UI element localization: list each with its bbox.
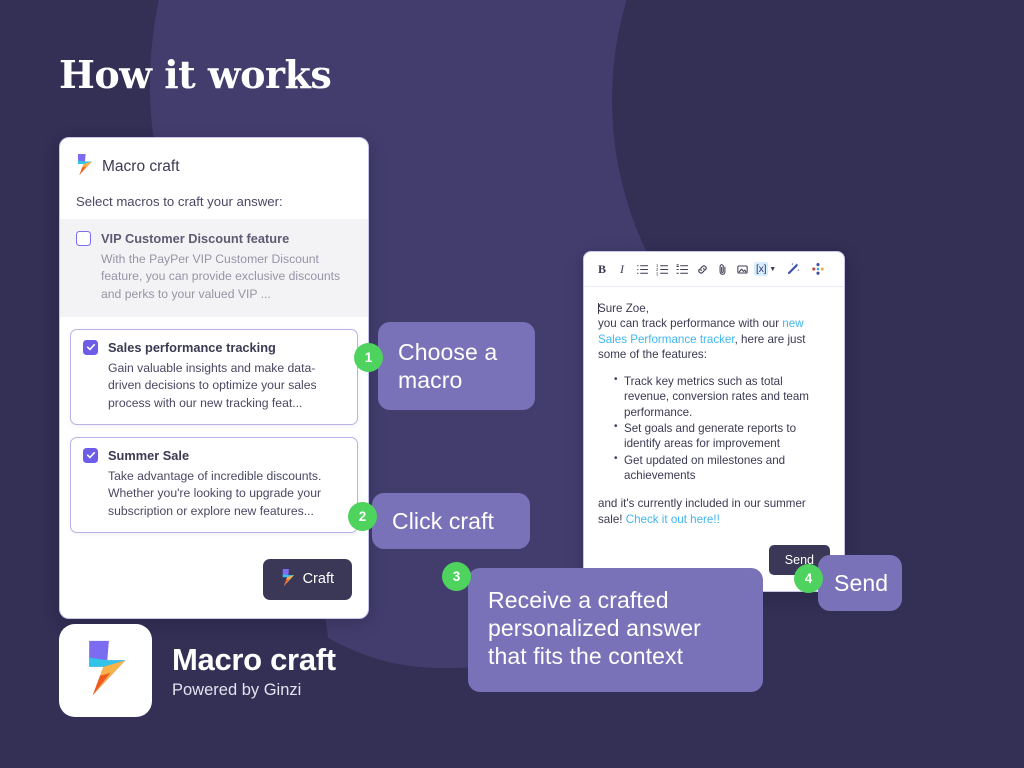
brand-name: Macro craft xyxy=(172,641,336,677)
craft-button[interactable]: Craft xyxy=(262,558,352,600)
macro-item-title: Summer Sale xyxy=(108,447,190,463)
svg-text:3: 3 xyxy=(656,271,659,276)
macro-panel-header: Macro craft xyxy=(60,138,368,180)
badge-step-2: 2 xyxy=(348,502,377,531)
list-item: Track key metrics such as total revenue,… xyxy=(614,373,830,420)
macro-item-description: Take advantage of incredible discounts. … xyxy=(108,468,322,518)
check-it-out-link[interactable]: Check it out here!! xyxy=(626,513,720,526)
editor-greeting: Sure Zoe, xyxy=(598,302,649,315)
bolt-icon xyxy=(84,640,128,701)
reply-editor-panel: B I 1 2 3 [x] ▼ Sure Zoe, you can track … xyxy=(583,251,845,592)
callout-step-2: Click craft xyxy=(372,493,530,550)
checkbox-summer-sale[interactable] xyxy=(83,447,98,463)
magic-wand-icon[interactable] xyxy=(783,259,803,279)
checkbox-sales-performance-tracking[interactable] xyxy=(83,339,98,355)
bolt-icon xyxy=(76,154,93,180)
badge-step-1: 1 xyxy=(354,343,383,372)
page-title: How it works xyxy=(59,52,332,97)
link-icon[interactable] xyxy=(692,259,712,279)
image-icon[interactable] xyxy=(732,259,752,279)
macro-panel-title: Macro craft xyxy=(102,158,180,175)
macro-item-vip-customer-discount[interactable]: VIP Customer Discount feature With the P… xyxy=(60,219,368,317)
editor-greeting-line: Sure Zoe, xyxy=(598,301,830,316)
brand-tagline: Powered by Ginzi xyxy=(172,680,302,699)
macro-panel-subtitle: Select macros to craft your answer: xyxy=(76,194,283,209)
badge-step-4: 4 xyxy=(794,564,823,593)
callout-step-4: Send xyxy=(818,555,902,612)
macro-dots-icon[interactable] xyxy=(808,259,828,279)
macro-item-sales-performance-tracking[interactable]: Sales performance tracking Gain valuable… xyxy=(70,328,358,425)
variable-icon[interactable]: [x] ▼ xyxy=(752,259,778,279)
callout-step-3: Receive a crafted personalized answer th… xyxy=(468,568,763,693)
editor-feature-list: Track key metrics such as total revenue,… xyxy=(598,373,830,484)
editor-intro-before: you can track performance with our xyxy=(598,317,783,331)
checkbox-vip-customer-discount[interactable] xyxy=(76,231,91,246)
bolt-icon xyxy=(281,568,295,590)
brand-logo-block: Macro craft Powered by Ginzi xyxy=(59,624,336,717)
macro-panel-footer: Craft xyxy=(60,545,368,618)
macro-item-description: Gain valuable insights and make data-dri… xyxy=(108,360,317,410)
editor-closing-paragraph: and it's currently included in our summe… xyxy=(598,496,830,527)
callout-step-1: Choose a macro xyxy=(378,322,535,411)
chevron-down-icon: ▼ xyxy=(769,265,777,273)
macro-item-title: VIP Customer Discount feature xyxy=(101,231,290,246)
attachment-icon[interactable] xyxy=(712,259,732,279)
italic-icon[interactable]: I xyxy=(612,259,632,279)
task-list-icon[interactable] xyxy=(672,259,692,279)
macro-item-description: With the PayPer VIP Customer Discount fe… xyxy=(101,252,341,301)
bullet-list-icon[interactable] xyxy=(632,259,652,279)
badge-step-3: 3 xyxy=(442,562,471,591)
editor-toolbar: B I 1 2 3 [x] ▼ xyxy=(584,252,844,287)
editor-intro-paragraph: you can track performance with our new S… xyxy=(598,316,830,362)
macro-item-title: Sales performance tracking xyxy=(108,339,276,355)
variable-label: [x] xyxy=(754,262,769,276)
editor-body[interactable]: Sure Zoe, you can track performance with… xyxy=(584,287,844,527)
macro-list: VIP Customer Discount feature With the P… xyxy=(60,219,368,533)
list-item: Get updated on milestones and achievemen… xyxy=(614,452,830,484)
list-item: Set goals and generate reports to identi… xyxy=(614,420,830,452)
bold-icon[interactable]: B xyxy=(592,259,612,279)
brand-text: Macro craft Powered by Ginzi xyxy=(172,642,336,700)
macro-craft-panel: Macro craft Select macros to craft your … xyxy=(59,137,369,619)
ordered-list-icon[interactable]: 1 2 3 xyxy=(652,259,672,279)
logo-tile xyxy=(59,624,152,717)
macro-item-summer-sale[interactable]: Summer Sale Take advantage of incredible… xyxy=(70,436,358,533)
craft-button-label: Craft xyxy=(302,571,334,588)
